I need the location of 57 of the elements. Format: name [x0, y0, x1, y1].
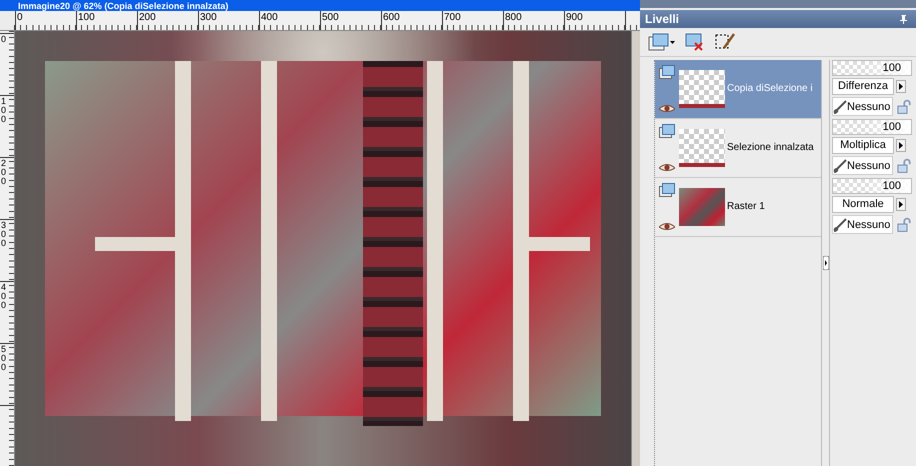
- ruler-label: 200: [0, 159, 8, 186]
- raster-layer-icon: [659, 124, 675, 138]
- collapse-arrow-icon[interactable]: [822, 256, 828, 270]
- eye-icon[interactable]: [659, 104, 675, 113]
- layer-name: Raster 1: [727, 201, 765, 213]
- ruler-label: 100: [77, 12, 95, 23]
- opacity-value: 100: [882, 61, 901, 75]
- ruler-label: 0: [16, 12, 23, 23]
- layer-name: Copia diSelezione i: [727, 83, 813, 95]
- opacity-slider[interactable]: 100: [832, 178, 912, 194]
- ruler-label: 300: [0, 221, 8, 248]
- ruler-label: 600: [382, 12, 400, 23]
- blend-mode-dropdown[interactable]: Differenza: [832, 78, 894, 95]
- ruler-label: 200: [138, 12, 156, 23]
- mask-field[interactable]: Nessuno: [832, 97, 894, 116]
- opacity-slider[interactable]: 100: [832, 119, 912, 135]
- ruler-label: 500: [0, 345, 8, 372]
- dropdown-arrow-icon[interactable]: [896, 198, 906, 211]
- raster-layer-icon: [659, 65, 675, 79]
- layer-name: Selezione innalzata: [727, 142, 814, 154]
- mask-field[interactable]: Nessuno: [832, 215, 894, 234]
- eye-icon[interactable]: [659, 163, 675, 172]
- opacity-value: 100: [882, 179, 901, 193]
- lock-icon[interactable]: [897, 98, 912, 114]
- blend-mode-dropdown[interactable]: Moltiplica: [832, 137, 894, 154]
- opacity-slider[interactable]: 100: [832, 60, 912, 76]
- brush-icon: [833, 100, 847, 114]
- brush-icon: [833, 218, 847, 232]
- ruler-label: 800: [504, 12, 522, 23]
- ruler-label: 0: [0, 35, 8, 44]
- ruler-label: 300: [199, 12, 217, 23]
- blend-mode-dropdown[interactable]: Normale: [832, 196, 894, 213]
- brush-icon: [833, 158, 847, 172]
- mask-label: Nessuno: [847, 100, 890, 112]
- lock-icon[interactable]: [897, 158, 912, 174]
- ruler-label: 500: [321, 12, 339, 23]
- ruler-label: 900: [565, 12, 583, 23]
- layer-thumbnail: [679, 70, 725, 108]
- opacity-value: 100: [882, 120, 901, 134]
- window-title: Immagine20 @ 62% (Copia diSelezione innalzata): [18, 0, 228, 10]
- ruler-label: 400: [0, 283, 8, 310]
- raster-layer-icon: [659, 183, 675, 197]
- panel-title: Livelli: [645, 12, 680, 26]
- ruler-label: 400: [260, 12, 278, 23]
- mask-label: Nessuno: [847, 160, 890, 172]
- ruler-label: 100: [0, 97, 8, 124]
- layer-thumbnail: [679, 188, 725, 226]
- dropdown-arrow-icon[interactable]: [896, 80, 906, 93]
- new-layer-icon[interactable]: [648, 32, 676, 52]
- dropdown-arrow-icon[interactable]: [896, 139, 906, 152]
- lock-icon[interactable]: [897, 216, 912, 232]
- mask-field[interactable]: Nessuno: [832, 156, 894, 175]
- mask-label: Nessuno: [847, 218, 890, 230]
- eye-icon[interactable]: [659, 222, 675, 231]
- ruler-label: 700: [443, 12, 461, 23]
- layer-thumbnail: [679, 129, 725, 167]
- pin-icon[interactable]: [900, 14, 908, 24]
